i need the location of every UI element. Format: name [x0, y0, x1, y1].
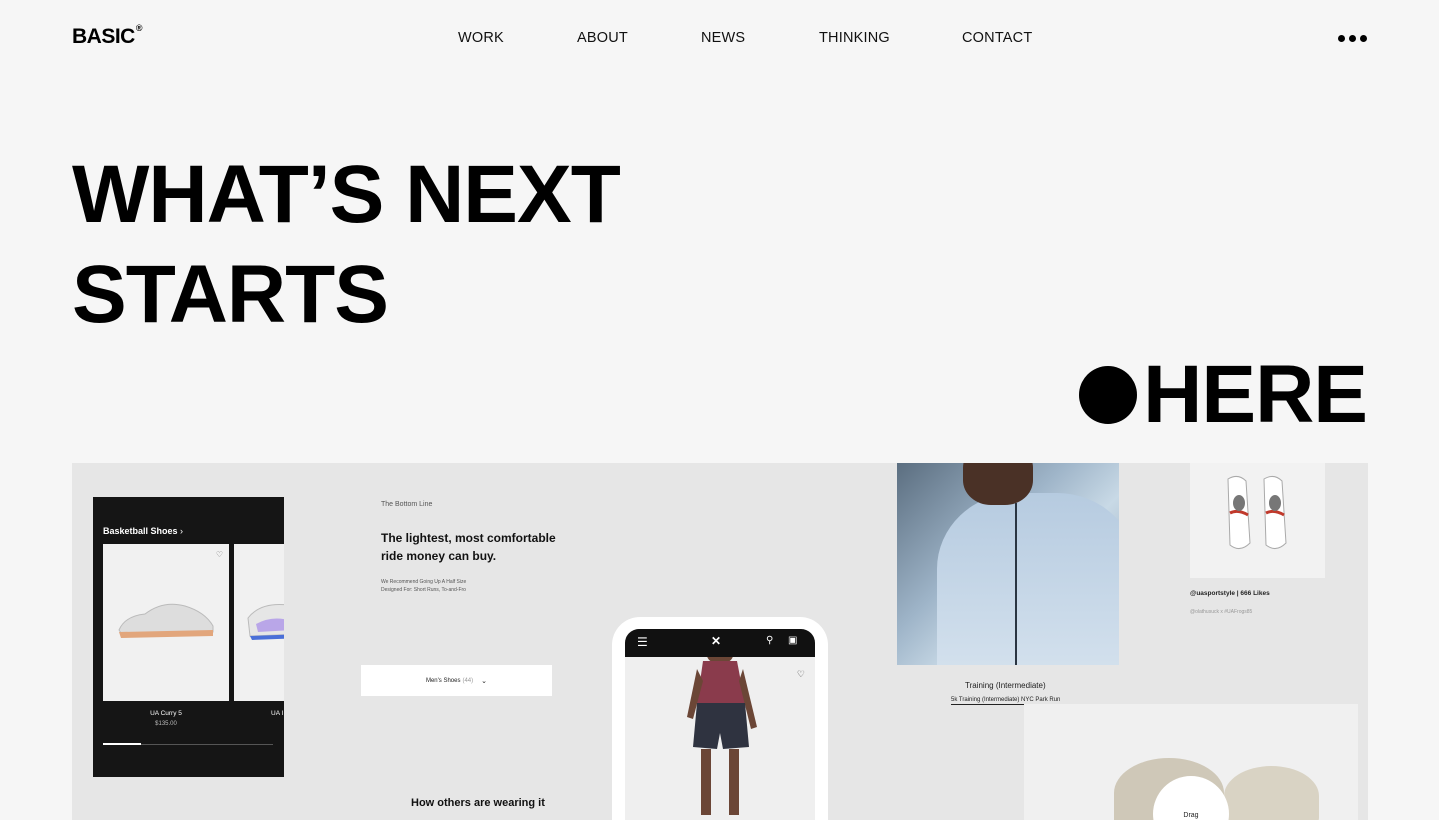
instagram-tags: @olathusuck x #UAFrogs85 [1190, 609, 1253, 615]
dot [1338, 35, 1345, 42]
chevron-down-icon: ⌄ [481, 677, 488, 685]
nav-thinking[interactable]: THINKING [819, 30, 890, 46]
hero-line-2: STARTS [72, 249, 389, 340]
section-label: The Bottom Line [381, 501, 433, 508]
more-dots-icon[interactable] [1338, 35, 1367, 42]
search-icon[interactable]: ⚲ [766, 635, 773, 646]
sneaker-shape [1224, 766, 1319, 820]
instagram-post-image[interactable] [1190, 463, 1325, 578]
phone-screen: ♡ [625, 646, 815, 820]
under-armour-logo-icon[interactable]: ✕ [711, 634, 721, 648]
phone-header: ☰ ✕ ⚲ ▣ [625, 629, 815, 657]
hero-here-text: HERE [1143, 349, 1368, 440]
nav-contact[interactable]: CONTACT [962, 30, 1032, 46]
product-tile[interactable] [234, 544, 284, 701]
white-sneaker-image [118, 603, 214, 638]
nav-work[interactable]: WORK [458, 30, 504, 46]
product-name: UA Curry 5 [150, 710, 182, 717]
circle-bullet-icon [1079, 366, 1138, 424]
jacket-shape [937, 493, 1119, 665]
product-price: $135.00 [155, 721, 177, 727]
dot [1349, 35, 1356, 42]
training-caption: Training (Intermediate) [965, 681, 1046, 690]
select-label: Men's Shoes [425, 677, 461, 684]
runner-photo[interactable] [897, 463, 1119, 665]
carousel-scrollbar-thumb[interactable] [103, 743, 141, 745]
case-study-showcase[interactable]: Basketball Shoes ♡ UA Curry 5 $135.00 UA… [72, 463, 1368, 820]
main-nav: WORK ABOUT NEWS THINKING CONTACT [0, 30, 1439, 50]
detail-line: We Recommend Going Up A Half Size [381, 579, 467, 585]
shoe-category-select[interactable]: Men's Shoes (44) ⌄ [361, 665, 552, 696]
section-title: How others are wearing it [411, 797, 545, 809]
zipper-shape [1015, 503, 1017, 665]
sneaker-image [247, 604, 284, 640]
dot [1360, 35, 1367, 42]
heart-icon[interactable]: ♡ [216, 550, 223, 559]
hero-line-3: HERE [1079, 349, 1368, 440]
hero-line-1: WHAT’S NEXT [72, 149, 621, 240]
detail-line: Designed For: Short Runs, To-and-Fro [381, 587, 466, 593]
hamburger-menu-icon[interactable]: ☰ [637, 635, 648, 649]
instagram-handle[interactable]: @uasportstyle | 666 Likes [1190, 590, 1270, 597]
phone-mockup: ☰ ✕ ⚲ ▣ ♡ [612, 617, 828, 820]
select-count: (44) [462, 677, 474, 684]
product-name: UA I [271, 710, 284, 717]
section-details: We Recommend Going Up A Half Size Design… [381, 578, 541, 594]
section-headline: The lightest, most comfortable ride mone… [381, 531, 556, 563]
model-photo [687, 646, 757, 815]
card-title[interactable]: Basketball Shoes [103, 526, 183, 536]
shopping-bag-icon[interactable]: ▣ [788, 635, 797, 646]
nav-news[interactable]: NEWS [701, 30, 745, 46]
basketball-shoes-card: Basketball Shoes ♡ UA Curry 5 $135.00 UA… [93, 497, 284, 777]
heart-icon[interactable]: ♡ [797, 669, 805, 680]
sneaker-pair-image [1227, 475, 1287, 549]
nav-about[interactable]: ABOUT [577, 30, 628, 46]
face-shape [963, 463, 1033, 505]
product-tile[interactable]: ♡ [103, 544, 229, 701]
